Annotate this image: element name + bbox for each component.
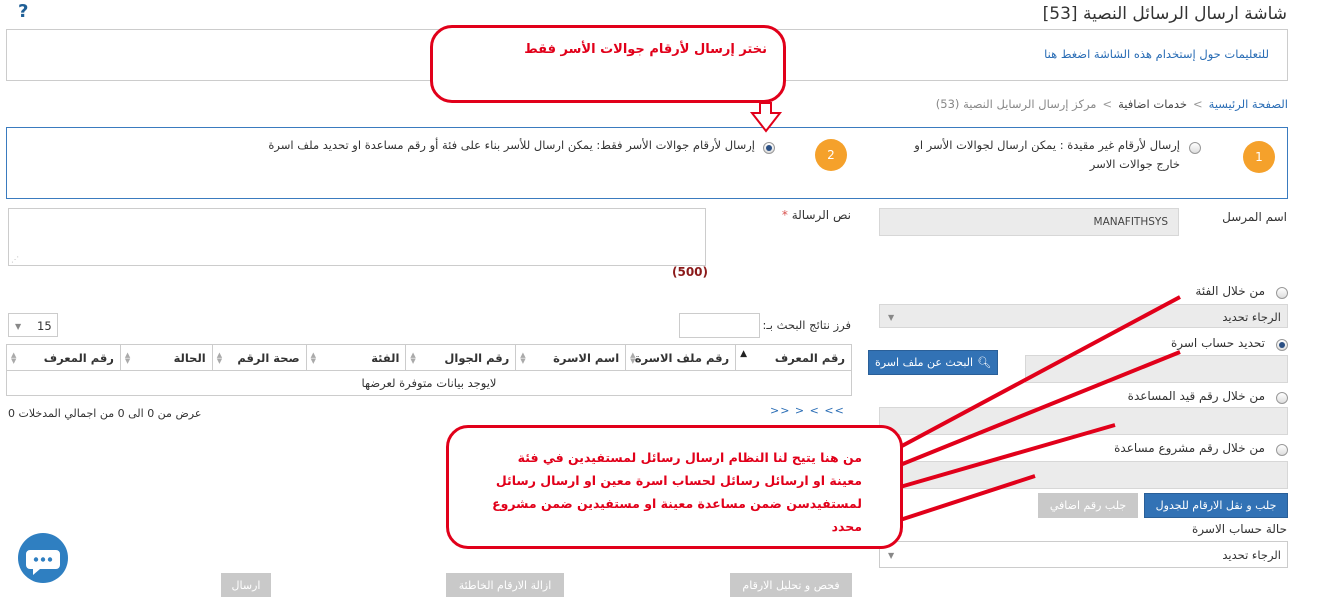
annotation-line [899,423,1116,489]
annotation-line [899,295,1181,449]
bottom-annotation-text: من هنا يتيح لنا النظام ارسال رسائل لمستف… [492,450,862,534]
chat-widget-button[interactable] [18,533,68,583]
bottom-annotation-callout: من هنا يتيح لنا النظام ارسال رسائل لمستف… [446,425,903,549]
top-annotation-callout: نختر إرسال لأرقام جوالات الأسر فقط [430,25,786,103]
top-annotation-text: نختر إرسال لأرقام جوالات الأسر فقط [524,42,767,57]
down-arrow-icon [749,102,783,133]
chat-icon [26,550,60,575]
